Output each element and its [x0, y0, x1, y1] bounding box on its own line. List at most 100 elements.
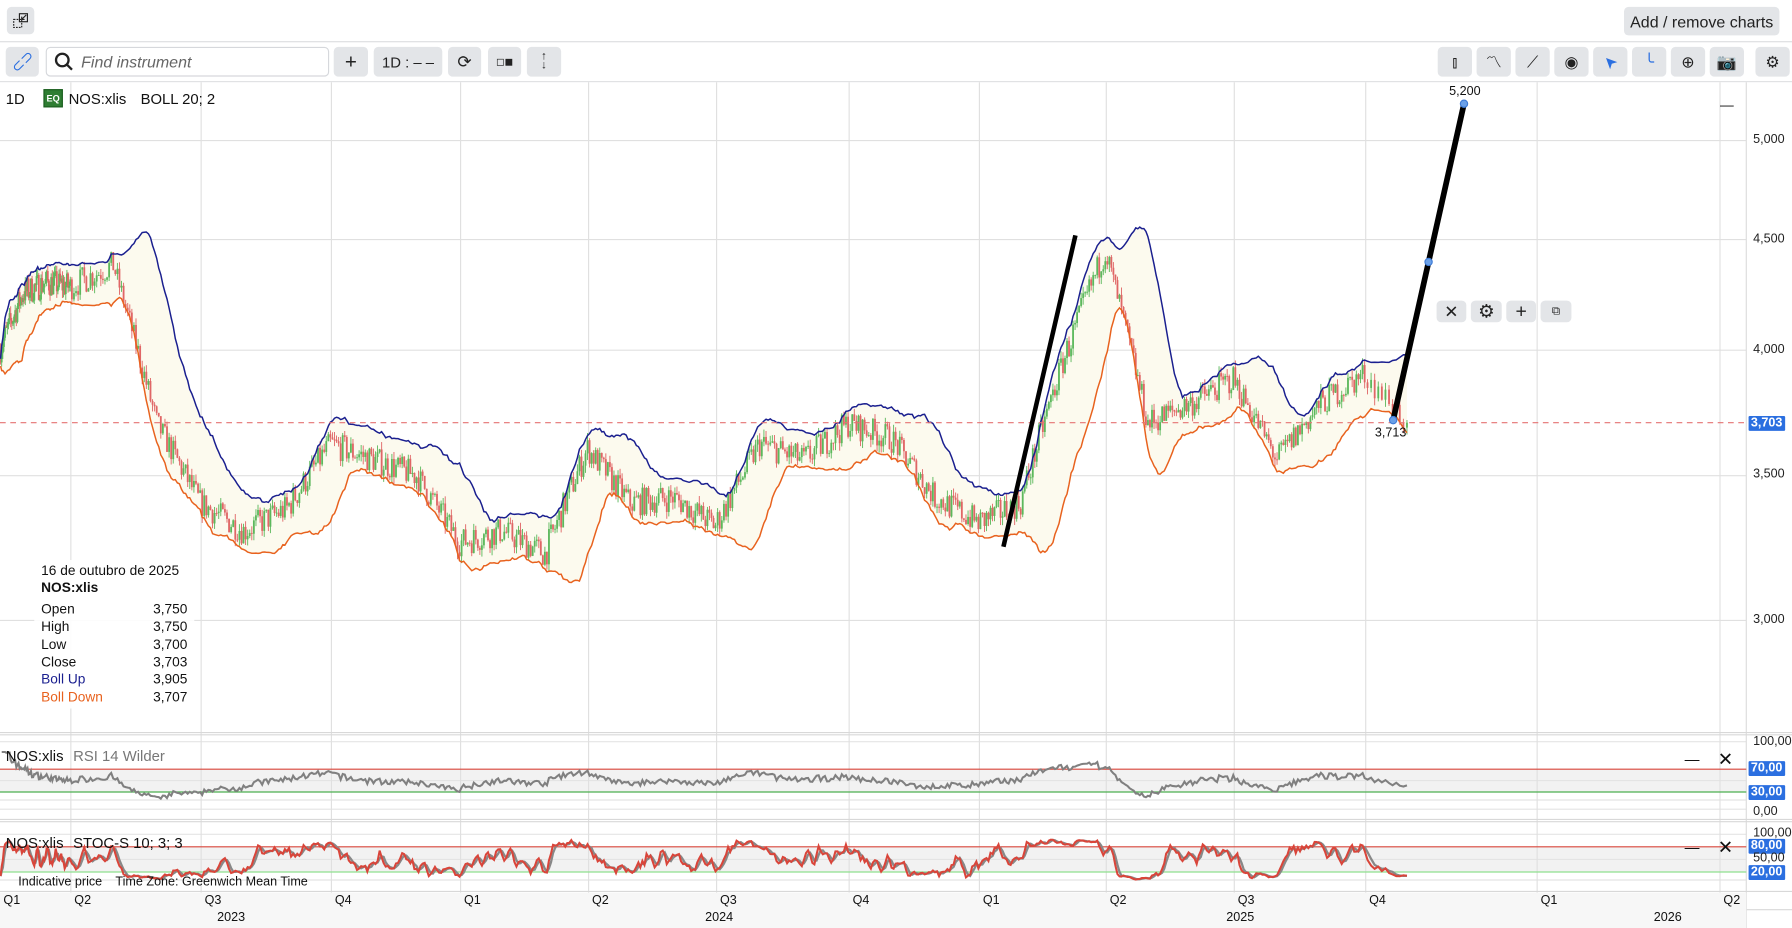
candle	[81, 267, 84, 270]
candle	[849, 430, 852, 437]
candle	[112, 252, 115, 271]
candle	[397, 457, 399, 465]
minimize-panel-icon[interactable]: —	[1720, 97, 1734, 113]
candle	[1074, 323, 1076, 325]
candle	[913, 458, 916, 461]
candle	[1269, 440, 1272, 447]
drawing-settings-button[interactable]: ⚙	[1470, 300, 1502, 323]
candle	[399, 457, 402, 465]
candle	[663, 498, 666, 503]
candle	[511, 523, 514, 540]
quarter-label: Q4	[1369, 893, 1386, 908]
candle	[1357, 374, 1360, 380]
year-label: 2024	[705, 910, 734, 925]
candle	[584, 453, 587, 466]
delete-drawing-button[interactable]: ✕	[1436, 300, 1467, 323]
candle	[748, 451, 751, 453]
candle	[529, 544, 532, 556]
candle	[246, 536, 249, 540]
candle	[1005, 500, 1008, 518]
candle	[934, 482, 936, 507]
candle	[925, 483, 928, 494]
candle	[460, 540, 463, 557]
candle	[288, 503, 290, 506]
candle	[188, 474, 191, 483]
candle	[118, 268, 121, 288]
quarter-label: Q4	[334, 893, 352, 908]
candle	[1163, 406, 1166, 421]
candle	[234, 520, 237, 540]
stoch-close-icon[interactable]: ✕	[1718, 837, 1733, 860]
candle	[52, 278, 55, 295]
candle	[226, 512, 228, 519]
candle	[667, 490, 670, 512]
candle	[209, 506, 212, 511]
chart-canvas[interactable]	[0, 0, 1792, 928]
candle	[1187, 403, 1190, 412]
candle	[271, 505, 274, 509]
candle	[485, 529, 487, 535]
candle	[903, 439, 905, 452]
candle	[480, 545, 483, 550]
chart-app: Add / remove charts ⊂⊃ + 1D : – – ⟳ ◻◼ ↑…	[0, 0, 1792, 928]
candle	[1110, 256, 1113, 268]
candle	[710, 512, 713, 518]
candle	[403, 456, 406, 467]
candle	[969, 516, 972, 527]
candle	[31, 278, 33, 302]
candle	[788, 445, 791, 458]
candle	[421, 471, 424, 476]
candle	[556, 519, 558, 529]
rsi-minimize-icon[interactable]: —	[1685, 751, 1700, 768]
candle	[979, 512, 982, 530]
candle	[347, 452, 350, 459]
legend-key: Boll Up	[41, 671, 86, 688]
candle	[631, 506, 634, 511]
candle	[521, 535, 524, 546]
candle	[847, 416, 850, 437]
duplicate-drawing-button[interactable]: ⧉	[1540, 300, 1572, 323]
candle	[390, 458, 393, 478]
candle	[554, 528, 556, 530]
candle	[525, 535, 528, 558]
candle	[1317, 400, 1320, 409]
candle	[696, 503, 699, 511]
candle	[368, 448, 371, 471]
add-drawing-button[interactable]: +	[1506, 300, 1536, 323]
candle	[1214, 387, 1216, 395]
candle	[1336, 384, 1339, 405]
candle	[91, 273, 94, 286]
legend-key: Close	[41, 653, 77, 670]
candle	[1351, 376, 1354, 380]
candle	[851, 414, 854, 431]
rsi-close-icon[interactable]: ✕	[1718, 749, 1733, 772]
price-label: 3,000	[1753, 612, 1785, 627]
candle	[600, 452, 603, 458]
candle	[476, 539, 479, 548]
candle	[1205, 393, 1208, 396]
candle	[53, 273, 56, 279]
trendline-handle	[1388, 415, 1398, 425]
candle	[863, 419, 866, 431]
candle	[290, 503, 293, 514]
candle	[1240, 398, 1243, 407]
candle	[993, 506, 996, 516]
candle	[259, 509, 261, 517]
candle	[431, 493, 434, 495]
candle	[211, 510, 214, 524]
candle	[269, 508, 272, 527]
close-icon: ✕	[1444, 302, 1459, 322]
candle	[128, 310, 131, 313]
candle	[48, 280, 50, 291]
candle	[604, 459, 607, 476]
candle	[619, 475, 621, 479]
stoch-minimize-icon[interactable]: —	[1685, 839, 1700, 856]
candle	[582, 465, 585, 477]
candle	[1114, 274, 1117, 281]
candle	[116, 268, 119, 274]
candle	[395, 464, 397, 477]
candle	[93, 281, 96, 286]
candle	[75, 291, 77, 294]
candle	[434, 493, 436, 495]
candle	[543, 551, 546, 565]
